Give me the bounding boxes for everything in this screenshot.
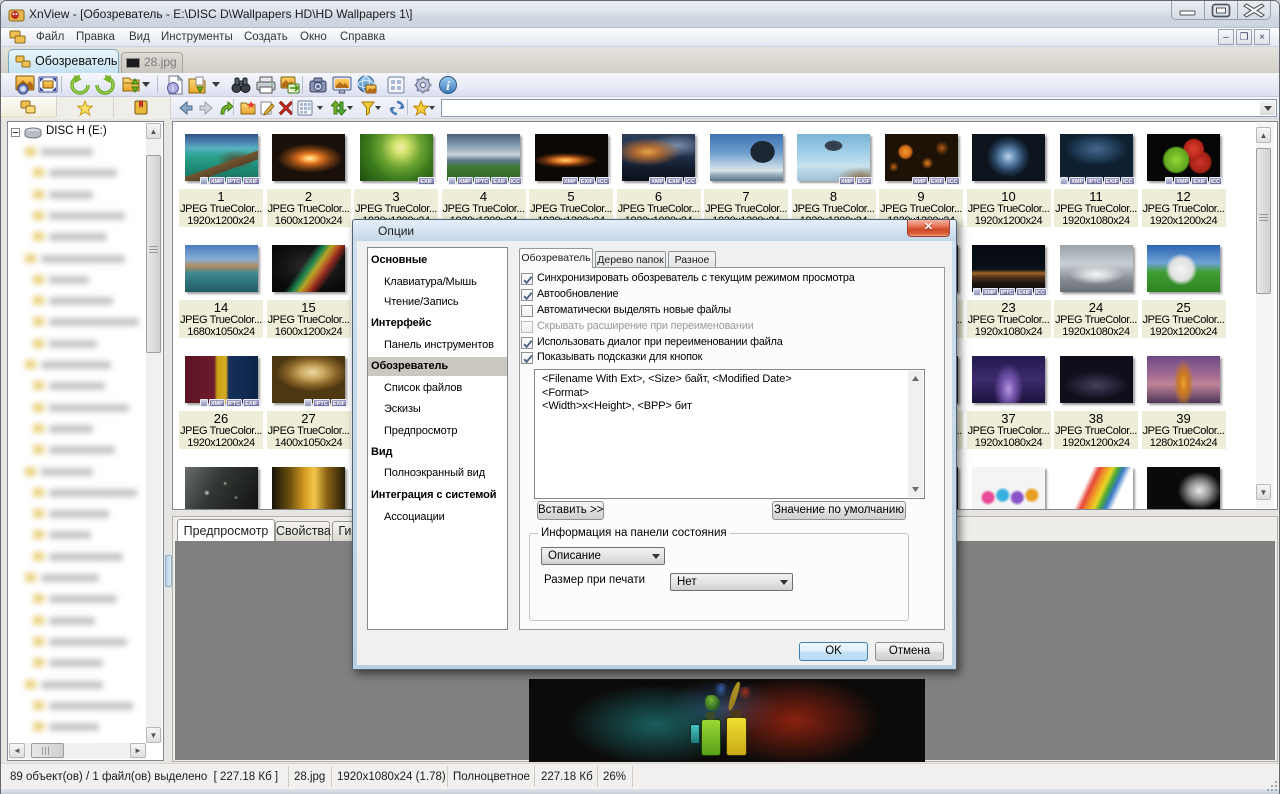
- svg-text:i: i: [446, 78, 450, 93]
- svg-text:i: i: [172, 84, 174, 94]
